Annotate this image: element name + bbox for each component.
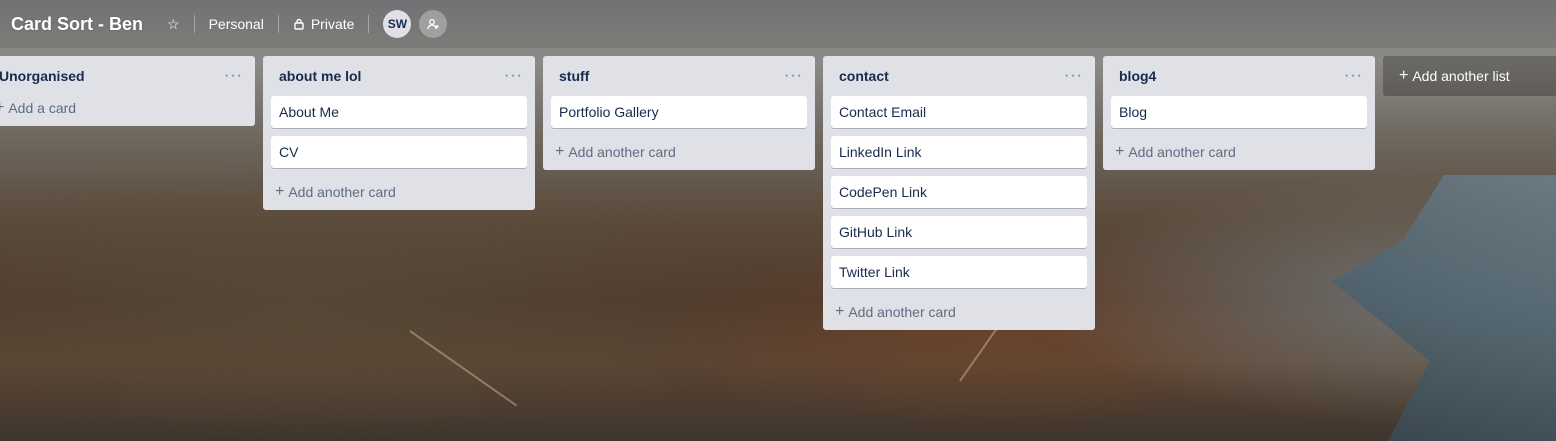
list: stuff ··· Portfolio Gallery + Add another ca… xyxy=(543,56,815,170)
plus-icon: + xyxy=(835,303,845,320)
list: Unorganised ··· +Add a card xyxy=(0,56,255,126)
team-label: Personal xyxy=(208,16,264,32)
add-card-button[interactable]: + Add another card xyxy=(543,134,815,170)
plus-icon: + xyxy=(0,99,4,117)
card[interactable]: Twitter Link xyxy=(831,256,1087,288)
card[interactable]: Contact Email xyxy=(831,96,1087,128)
list-title[interactable]: blog4 xyxy=(1119,68,1156,84)
list: blog4 ··· Blog + Add another card xyxy=(1103,56,1375,170)
list-menu-icon[interactable]: ··· xyxy=(1064,67,1083,85)
list-menu-icon[interactable]: ··· xyxy=(224,67,243,85)
card[interactable]: GitHub Link xyxy=(831,216,1087,248)
star-button[interactable]: ☆ xyxy=(159,10,188,39)
add-card-label: Add another card xyxy=(848,304,956,320)
list-title[interactable]: about me lol xyxy=(279,68,361,84)
list-title[interactable]: stuff xyxy=(559,68,589,84)
card[interactable]: Portfolio Gallery xyxy=(551,96,807,128)
add-card-label: Add a card xyxy=(8,100,77,116)
plus-icon: + xyxy=(1115,143,1125,160)
plus-icon: + xyxy=(275,183,285,200)
team-button[interactable]: Personal xyxy=(201,10,272,38)
plus-icon: + xyxy=(1399,67,1409,84)
add-card-button[interactable]: +Add a card xyxy=(0,90,255,126)
background-trail xyxy=(409,330,518,407)
invite-member-button[interactable] xyxy=(419,10,448,38)
header-divider xyxy=(277,15,279,33)
add-card-button[interactable]: + Add another card xyxy=(823,294,1095,330)
card[interactable]: CodePen Link xyxy=(831,176,1087,208)
lock-icon xyxy=(294,18,304,30)
list-header[interactable]: about me lol ··· xyxy=(263,56,535,96)
add-card-label: Add another card xyxy=(1128,144,1236,160)
visibility-label: Private xyxy=(310,16,355,32)
add-card-button[interactable]: + Add another card xyxy=(263,174,535,210)
list-title[interactable]: contact xyxy=(839,68,889,84)
list-title[interactable]: Unorganised xyxy=(0,68,85,84)
add-list-label: Add another list xyxy=(1412,68,1510,84)
list-header[interactable]: blog4 ··· xyxy=(1103,56,1375,96)
list: about me lol ··· About Me CV + Add another ca… xyxy=(263,56,535,210)
list-menu-icon[interactable]: ··· xyxy=(784,67,803,85)
member-initials: SW xyxy=(387,17,408,31)
card[interactable]: About Me xyxy=(271,96,527,128)
add-list-button[interactable]: + Add another list xyxy=(1383,56,1556,96)
card[interactable]: LinkedIn Link xyxy=(831,136,1087,168)
visibility-button[interactable]: Private xyxy=(285,10,363,38)
board-title[interactable]: Card Sort - Ben xyxy=(11,14,143,35)
list-menu-icon[interactable]: ··· xyxy=(1344,67,1363,85)
card[interactable]: CV xyxy=(271,136,527,168)
member-avatar[interactable]: SW xyxy=(383,10,412,38)
list-header[interactable]: stuff ··· xyxy=(543,56,815,96)
add-card-label: Add another card xyxy=(568,144,676,160)
header-divider xyxy=(193,15,195,33)
board-header: Card Sort - Ben ☆ Personal Private SW xyxy=(0,0,1556,48)
list-header[interactable]: contact ··· xyxy=(823,56,1095,96)
list: contact ··· Contact Email LinkedIn Link Code… xyxy=(823,56,1095,330)
add-card-label: Add another card xyxy=(288,184,396,200)
plus-icon: + xyxy=(555,143,565,160)
add-card-button[interactable]: + Add another card xyxy=(1103,134,1375,170)
list-menu-icon[interactable]: ··· xyxy=(504,67,523,85)
add-member-icon xyxy=(427,19,439,30)
background-ocean xyxy=(1332,175,1556,441)
star-icon: ☆ xyxy=(167,15,180,32)
header-divider xyxy=(368,15,370,33)
card[interactable]: Blog xyxy=(1111,96,1367,128)
